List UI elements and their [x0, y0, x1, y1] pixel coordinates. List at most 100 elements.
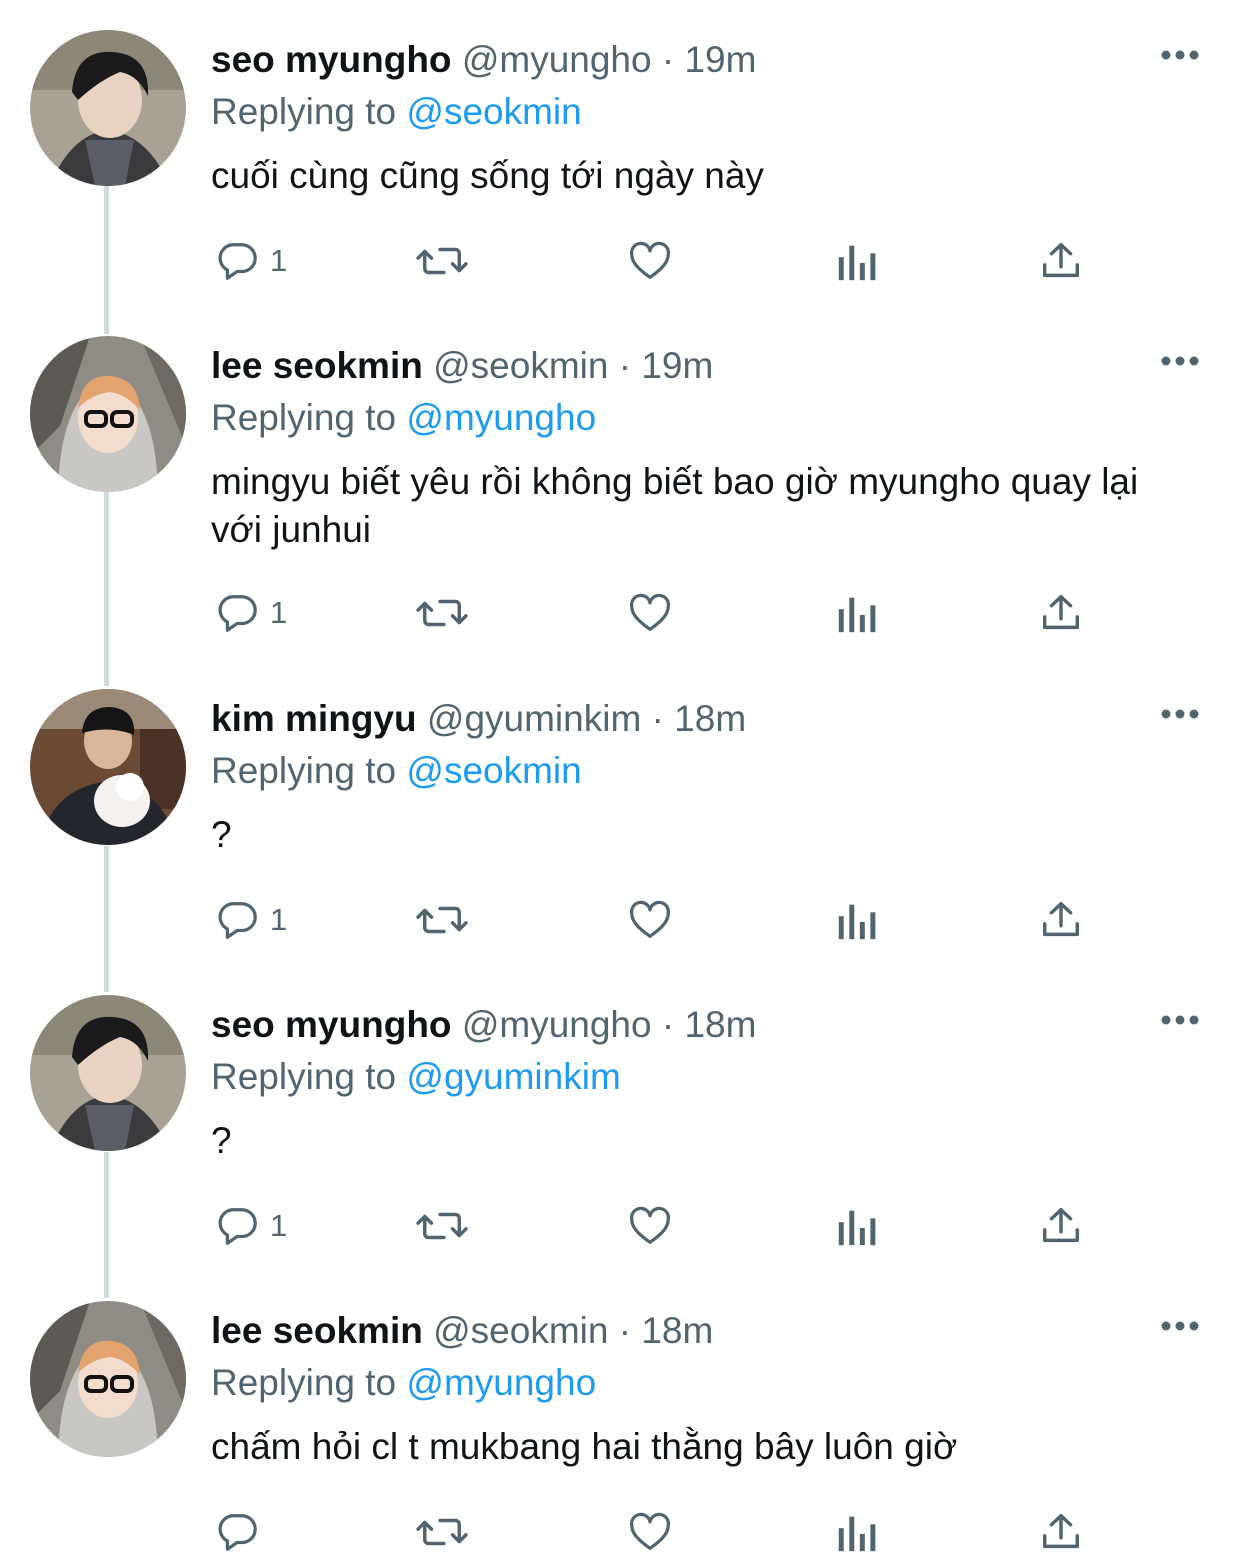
speech-bubble-icon	[218, 902, 257, 939]
action-bar	[0, 1507, 1242, 1557]
replying-to: Replying to @seokmin	[211, 90, 582, 134]
replying-label: Replying to	[211, 91, 397, 132]
heart-icon	[630, 593, 670, 631]
share-button[interactable]	[1038, 1507, 1084, 1557]
share-upload-icon	[1042, 594, 1080, 630]
retweet-button[interactable]	[414, 236, 470, 286]
reply-button[interactable]: 1	[214, 895, 287, 945]
retweet-button[interactable]	[414, 1507, 470, 1557]
user-handle[interactable]: @seokmin	[433, 1310, 608, 1351]
reply-button[interactable]: 1	[214, 1201, 287, 1251]
retweet-arrows-icon	[416, 906, 468, 934]
share-upload-icon	[1042, 1207, 1080, 1243]
heart-icon	[630, 1512, 670, 1550]
separator: ·	[651, 698, 664, 739]
user-avatar[interactable]	[30, 30, 186, 186]
user-avatar[interactable]	[30, 995, 186, 1151]
display-name[interactable]: kim mingyu	[211, 698, 417, 739]
user-avatar[interactable]	[30, 336, 186, 492]
separator: ·	[618, 345, 632, 386]
reply-button[interactable]: 1	[214, 236, 287, 286]
mention-link[interactable]: @myungho	[406, 1362, 596, 1403]
share-button[interactable]	[1038, 236, 1084, 286]
bar-chart-icon	[838, 597, 876, 633]
views-button[interactable]	[834, 236, 878, 286]
share-button[interactable]	[1038, 1201, 1084, 1251]
like-button[interactable]	[626, 895, 674, 945]
timestamp[interactable]: 19m	[641, 345, 713, 386]
tweet-text: cuối cùng cũng sống tới ngày này	[211, 155, 764, 196]
timestamp[interactable]: 18m	[674, 698, 746, 739]
reply-count: 1	[270, 902, 288, 937]
like-button[interactable]	[626, 236, 674, 286]
retweet-arrows-icon	[416, 599, 468, 627]
reply-button[interactable]: 1	[214, 588, 287, 638]
more-dots-icon[interactable]	[1160, 1319, 1200, 1333]
views-button[interactable]	[834, 1201, 878, 1251]
user-avatar[interactable]	[30, 689, 186, 845]
replying-to: Replying to @myungho	[211, 396, 596, 440]
tweet-text: chấm hỏi cl t mukbang hai thằng bây luôn…	[211, 1426, 958, 1467]
share-button[interactable]	[1038, 588, 1084, 638]
display-name[interactable]: lee seokmin	[211, 1310, 423, 1351]
display-name[interactable]: lee seokmin	[211, 345, 423, 386]
action-bar: 1	[0, 1201, 1242, 1251]
bar-chart-icon	[838, 1210, 876, 1246]
bar-chart-icon	[838, 904, 876, 940]
more-dots-icon[interactable]	[1160, 48, 1200, 62]
reply-button[interactable]	[214, 1507, 270, 1557]
bar-chart-icon	[838, 1516, 876, 1552]
tweet-text: ?	[211, 814, 232, 855]
timestamp[interactable]: 18m	[684, 1004, 756, 1045]
mention-link[interactable]: @seokmin	[406, 91, 581, 132]
separator: ·	[618, 1310, 632, 1351]
retweet-arrows-icon	[416, 247, 468, 275]
heart-icon	[630, 900, 670, 938]
replying-to: Replying to @myungho	[211, 1361, 596, 1405]
share-button[interactable]	[1038, 895, 1084, 945]
separator: ·	[661, 1004, 675, 1045]
tweet-header: seo myungho @myungho · 19m	[211, 38, 756, 82]
mention-link[interactable]: @gyuminkim	[406, 1056, 620, 1097]
speech-bubble-icon	[218, 243, 257, 280]
retweet-button[interactable]	[414, 1201, 470, 1251]
action-bar: 1	[0, 895, 1242, 945]
like-button[interactable]	[626, 588, 674, 638]
share-upload-icon	[1042, 242, 1080, 278]
replying-label: Replying to	[211, 397, 397, 438]
user-handle[interactable]: @gyuminkim	[427, 698, 641, 739]
reply-count: 1	[270, 1208, 288, 1243]
replying-to: Replying to @gyuminkim	[211, 1055, 621, 1099]
user-avatar[interactable]	[30, 1301, 186, 1457]
tweet-header: lee seokmin @seokmin · 18m	[211, 1309, 713, 1353]
like-button[interactable]	[626, 1201, 674, 1251]
tweet-text: mingyu biết yêu rồi không biết bao giờ m…	[211, 461, 1139, 550]
more-dots-icon[interactable]	[1160, 354, 1200, 368]
heart-icon	[630, 1206, 670, 1244]
views-button[interactable]	[834, 895, 878, 945]
tweet-header: kim mingyu @gyuminkim · 18m	[211, 697, 746, 741]
retweet-button[interactable]	[414, 588, 470, 638]
user-handle[interactable]: @seokmin	[433, 345, 608, 386]
views-button[interactable]	[834, 1507, 878, 1557]
display-name[interactable]: seo myungho	[211, 1004, 452, 1045]
more-dots-icon[interactable]	[1160, 707, 1200, 721]
timestamp[interactable]: 18m	[641, 1310, 713, 1351]
more-dots-icon[interactable]	[1160, 1013, 1200, 1027]
share-upload-icon	[1042, 901, 1080, 937]
action-bar: 1	[0, 236, 1242, 286]
views-button[interactable]	[834, 588, 878, 638]
speech-bubble-icon	[218, 1208, 257, 1245]
user-handle[interactable]: @myungho	[462, 1004, 652, 1045]
display-name[interactable]: seo myungho	[211, 39, 452, 80]
mention-link[interactable]: @myungho	[406, 397, 596, 438]
like-button[interactable]	[626, 1507, 674, 1557]
reply-count: 1	[270, 595, 288, 630]
replying-label: Replying to	[211, 1056, 397, 1097]
mention-link[interactable]: @seokmin	[406, 750, 581, 791]
bar-chart-icon	[838, 245, 876, 281]
replying-label: Replying to	[211, 750, 397, 791]
timestamp[interactable]: 19m	[684, 39, 756, 80]
retweet-button[interactable]	[414, 895, 470, 945]
user-handle[interactable]: @myungho	[462, 39, 652, 80]
